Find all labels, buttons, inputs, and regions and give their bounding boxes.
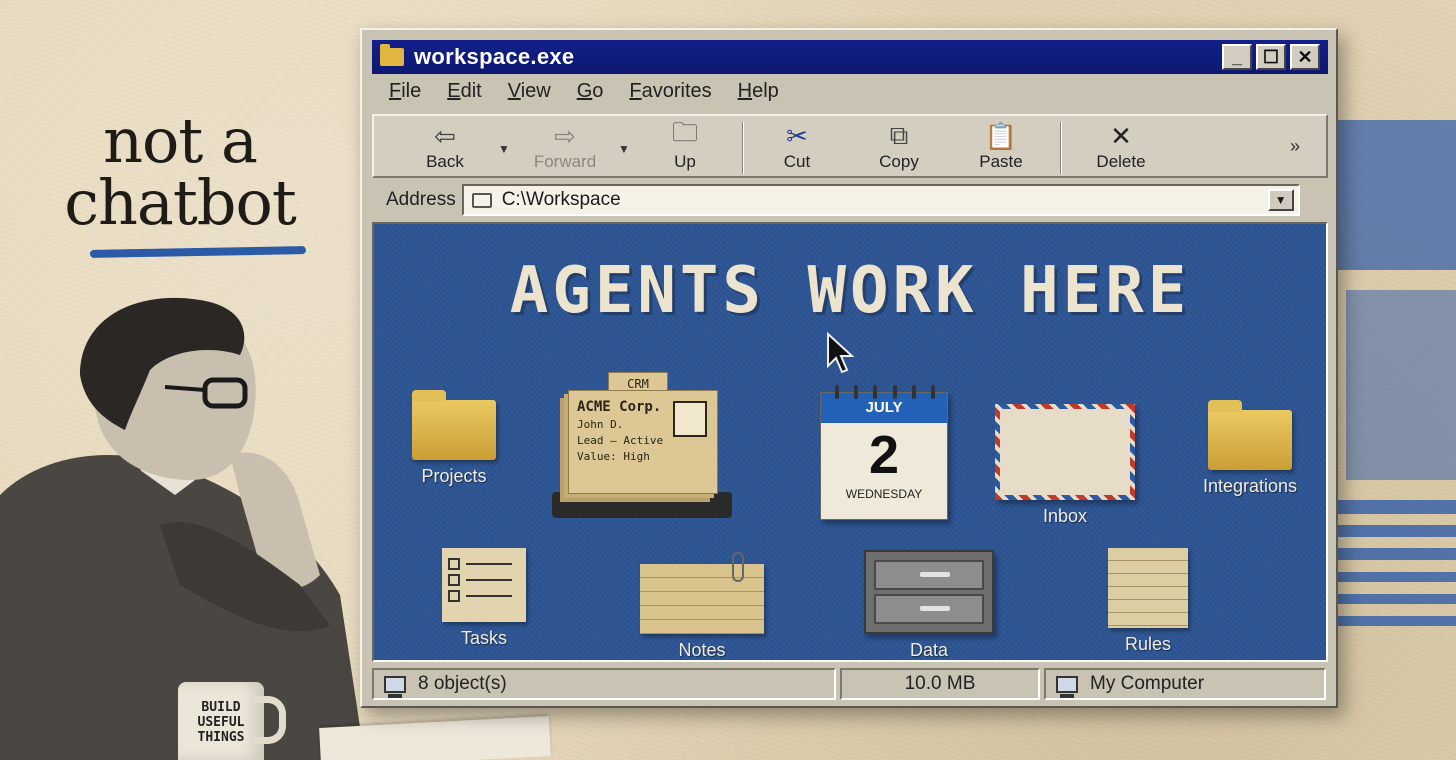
rules-icon[interactable]: Rules	[1098, 548, 1198, 655]
menu-bar: File Edit View Go Favorites Help	[376, 80, 792, 103]
document-icon	[1108, 548, 1188, 628]
projects-folder[interactable]: Projects	[404, 390, 504, 487]
close-button[interactable]: ✕	[1290, 44, 1320, 70]
folder-icon	[1208, 400, 1292, 470]
tagline-line-2: chatbot	[64, 166, 296, 239]
person-icon	[673, 401, 707, 437]
title-bar[interactable]: workspace.exe _ ☐ ✕	[372, 40, 1328, 74]
file-cabinet-icon	[864, 550, 994, 634]
scissors-icon: ✂	[786, 120, 808, 151]
forward-dropdown-icon[interactable]: ▼	[618, 142, 630, 156]
menu-edit[interactable]: Edit	[434, 80, 494, 103]
address-bar: Address C:\Workspace ▼	[372, 182, 1328, 218]
status-bar: 8 object(s) 10.0 MB My Computer	[372, 668, 1328, 700]
inbox-envelope[interactable]: Inbox	[990, 404, 1140, 527]
notes-icon[interactable]: Notes	[632, 552, 772, 660]
back-label: Back	[426, 152, 464, 171]
folder-icon	[471, 192, 492, 208]
forward-button[interactable]: ⇨ Forward	[520, 120, 610, 172]
tagline-underline	[89, 246, 307, 258]
copy-icon: ⧉	[889, 120, 909, 150]
copy-button[interactable]: ⧉ Copy	[854, 120, 944, 172]
folder-icon	[380, 44, 404, 66]
projects-label: Projects	[421, 466, 487, 486]
back-arrow-icon: ⇦	[434, 120, 456, 151]
calendar-icon[interactable]: JULY 2 WEDNESDAY	[820, 385, 948, 520]
envelope-icon	[995, 404, 1135, 500]
objects-count: 8 object(s)	[418, 673, 507, 694]
address-label: Address	[386, 189, 456, 210]
mouse-cursor-icon	[827, 332, 855, 374]
crm-rolodex[interactable]: CRM ACME Corp. John D. Lead – Active Val…	[552, 368, 732, 518]
up-button[interactable]: 🗀 Up	[640, 117, 730, 172]
tasks-icon[interactable]: Tasks	[434, 548, 534, 649]
maximize-button[interactable]: ☐	[1256, 44, 1286, 70]
minimize-button[interactable]: _	[1222, 44, 1252, 70]
toolbar-separator	[1060, 122, 1062, 174]
toolbar-separator	[742, 122, 744, 174]
status-size: 10.0 MB	[840, 668, 1040, 700]
tagline-line-1: not a	[103, 104, 258, 177]
cut-label: Cut	[783, 152, 811, 171]
integrations-label: Integrations	[1202, 476, 1298, 496]
checklist-icon	[442, 548, 526, 622]
folder-up-icon: 🗀	[671, 117, 698, 147]
location-value: My Computer	[1090, 673, 1205, 694]
crm-card: ACME Corp. John D. Lead – Active Value: …	[568, 390, 718, 494]
inbox-label: Inbox	[1042, 506, 1088, 526]
back-dropdown-icon[interactable]: ▼	[498, 142, 510, 156]
menu-file[interactable]: File	[376, 80, 434, 103]
status-location: My Computer	[1044, 668, 1326, 700]
mug: BUILD USEFUL THINGS	[178, 682, 286, 760]
delete-button[interactable]: ✕ Delete	[1076, 120, 1166, 172]
toolbar: ⇦ Back ▼ ⇨ Forward ▼ 🗀 Up ✂ Cut ⧉ Copy 📋…	[372, 114, 1328, 178]
delete-x-icon: ✕	[1110, 120, 1132, 151]
data-label: Data	[909, 640, 949, 660]
paste-label: Paste	[979, 152, 1023, 171]
cut-button[interactable]: ✂ Cut	[752, 120, 842, 172]
paste-button[interactable]: 📋 Paste	[956, 120, 1046, 172]
rules-label: Rules	[1124, 634, 1172, 654]
status-objects: 8 object(s)	[372, 668, 836, 700]
size-value: 10.0 MB	[904, 673, 976, 694]
forward-label: Forward	[533, 152, 597, 171]
note-card-icon	[640, 552, 764, 634]
menu-view[interactable]: View	[495, 80, 564, 103]
crm-value: Value: High	[577, 450, 650, 463]
menu-favorites[interactable]: Favorites	[616, 80, 724, 103]
computer-icon	[384, 675, 406, 698]
integrations-folder[interactable]: Integrations	[1190, 400, 1310, 497]
calendar-day: 2	[868, 425, 900, 485]
up-label: Up	[674, 152, 696, 171]
tagline: not a chatbot	[40, 104, 320, 258]
delete-label: Delete	[1096, 152, 1146, 171]
notes-label: Notes	[678, 640, 726, 660]
paperclip-icon	[732, 552, 744, 582]
desktop-area: AGENTS WORK HERE Projects CRM ACME Corp.…	[372, 222, 1328, 662]
folder-icon	[412, 390, 496, 460]
computer-icon	[1056, 675, 1078, 698]
menu-help[interactable]: Help	[725, 80, 792, 103]
calendar-weekday: WEDNESDAY	[845, 487, 923, 501]
window-title: workspace.exe	[414, 44, 575, 69]
explorer-window: workspace.exe _ ☐ ✕ File Edit View Go Fa…	[360, 28, 1338, 708]
rolodex-base	[552, 492, 732, 518]
tasks-label: Tasks	[460, 628, 507, 648]
clipboard-icon: 📋	[984, 120, 1018, 151]
back-button[interactable]: ⇦ Back	[400, 120, 490, 172]
address-dropdown-icon[interactable]: ▼	[1267, 189, 1294, 211]
desktop-headline: AGENTS WORK HERE	[509, 254, 1191, 328]
data-cabinet[interactable]: Data	[854, 550, 1004, 660]
address-input[interactable]: C:\Workspace ▼	[461, 184, 1300, 216]
address-value: C:\Workspace	[501, 189, 621, 210]
forward-arrow-icon: ⇨	[554, 120, 576, 151]
copy-label: Copy	[879, 152, 919, 171]
menu-go[interactable]: Go	[564, 80, 617, 103]
toolbar-overflow-chevron-icon[interactable]: »	[1290, 136, 1300, 157]
